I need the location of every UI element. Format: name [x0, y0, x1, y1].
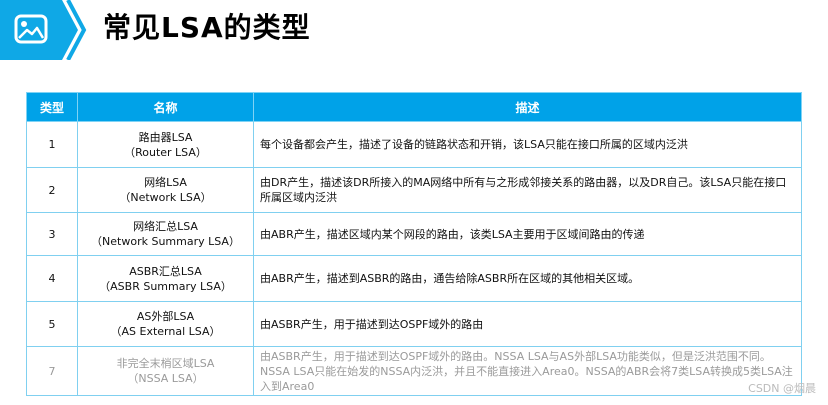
name-cn: 网络汇总LSA	[133, 220, 198, 233]
type-cell: 4	[26, 255, 78, 302]
table-row: 2 网络LSA （Network LSA） 由DR产生，描述该DR所接入的MA网…	[26, 167, 802, 213]
name-en: （AS External LSA）	[110, 325, 221, 338]
name-cn: 网络LSA	[144, 176, 187, 189]
image-icon	[0, 0, 87, 61]
watermark: CSDN @烟晨	[748, 382, 816, 395]
description-cell: 每个设备都会产生，描述了设备的链路状态和开销，该LSA只能在接口所属的区域内泛洪	[253, 121, 802, 168]
type-cell: 3	[26, 212, 78, 256]
name-cell: 网络LSA （Network LSA）	[77, 167, 254, 213]
page-title: 常见LSA的类型	[103, 11, 311, 44]
name-cell: 非完全末梢区域LSA （NSSA LSA）	[77, 346, 254, 396]
lsa-types-table: 类型 名称 描述 1 路由器LSA （Router LSA） 每个设备都会产生，…	[26, 92, 802, 396]
name-en: （Network Summary LSA）	[91, 235, 240, 248]
type-cell: 1	[26, 121, 78, 168]
header-type: 类型	[26, 92, 78, 122]
description-cell: 由ABR产生，描述到ASBR的路由，通告给除ASBR所在区域的其他相关区域。	[253, 255, 802, 302]
name-en: （Network LSA）	[119, 191, 212, 204]
name-en: （ASBR Summary LSA）	[99, 279, 232, 293]
table-header-row: 类型 名称 描述	[26, 92, 802, 122]
name-cell: AS外部LSA （AS External LSA）	[77, 301, 254, 347]
name-cn: 路由器LSA	[138, 130, 193, 144]
description-cell: 由ASBR产生，用于描述到达OSPF域外的路由。NSSA LSA与AS外部LSA…	[253, 346, 802, 396]
table-row: 4 ASBR汇总LSA （ASBR Summary LSA） 由ABR产生，描述…	[26, 255, 802, 302]
header-description: 描述	[253, 92, 802, 122]
table-row: 7 非完全末梢区域LSA （NSSA LSA） 由ASBR产生，用于描述到达OS…	[26, 346, 802, 396]
type-cell: 2	[26, 167, 78, 213]
name-cn: 非完全末梢区域LSA	[116, 357, 215, 370]
name-en: （NSSA LSA）	[127, 372, 204, 385]
logo	[0, 0, 90, 61]
name-cn: ASBR汇总LSA	[129, 264, 202, 278]
table-row: 1 路由器LSA （Router LSA） 每个设备都会产生，描述了设备的链路状…	[26, 121, 802, 168]
name-cell: ASBR汇总LSA （ASBR Summary LSA）	[77, 255, 254, 302]
name-cell: 路由器LSA （Router LSA）	[77, 121, 254, 168]
name-en: （Router LSA）	[124, 145, 207, 159]
table-row: 3 网络汇总LSA （Network Summary LSA） 由ABR产生，描…	[26, 212, 802, 256]
header-name: 名称	[77, 92, 254, 122]
type-cell: 7	[26, 346, 78, 396]
name-cn: AS外部LSA	[136, 310, 195, 323]
name-cell: 网络汇总LSA （Network Summary LSA）	[77, 212, 254, 256]
type-cell: 5	[26, 301, 78, 347]
description-cell: 由DR产生，描述该DR所接入的MA网络中所有与之形成邻接关系的路由器，以及DR自…	[253, 167, 802, 213]
description-cell: 由ASBR产生，用于描述到达OSPF域外的路由	[253, 301, 802, 347]
description-cell: 由ABR产生，描述区域内某个网段的路由，该类LSA主要用于区域间路由的传递	[253, 212, 802, 256]
table-row: 5 AS外部LSA （AS External LSA） 由ASBR产生，用于描述…	[26, 301, 802, 347]
